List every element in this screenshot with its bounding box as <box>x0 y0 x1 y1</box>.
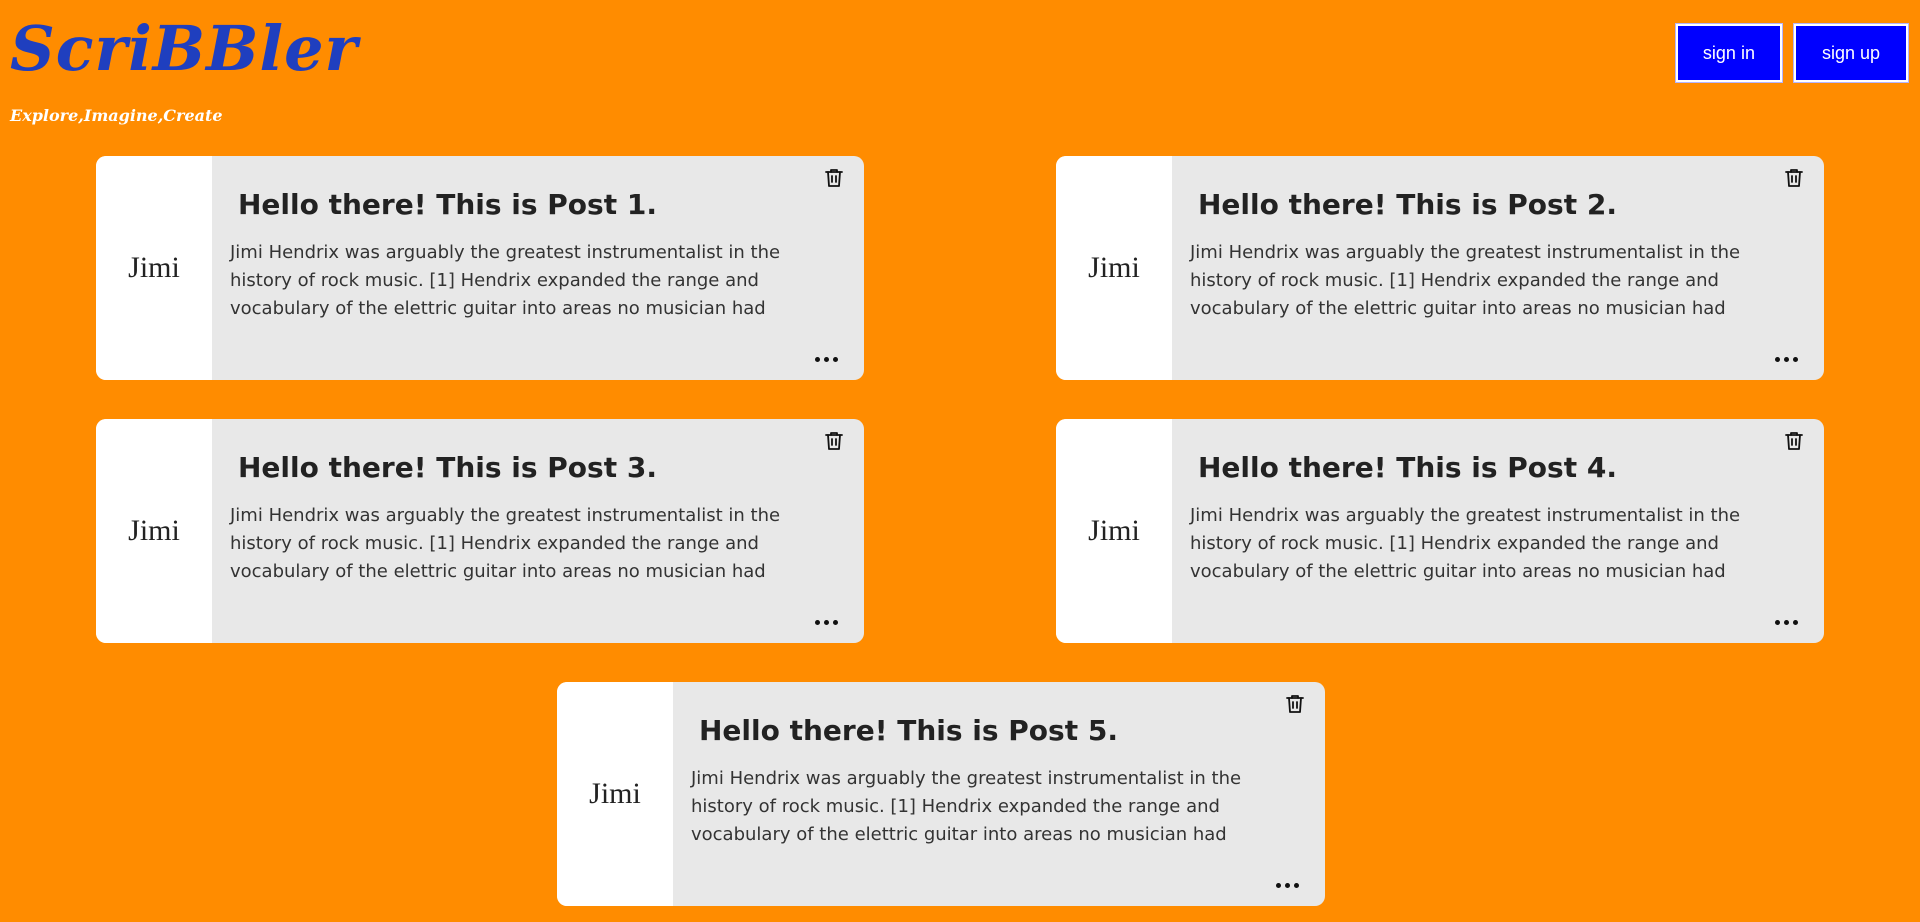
post-excerpt: Jimi Hendrix was arguably the greatest i… <box>230 505 781 582</box>
post-excerpt: Jimi Hendrix was arguably the greatest i… <box>230 242 781 319</box>
more-options-icon[interactable] <box>1276 883 1299 888</box>
post-excerpt: Jimi Hendrix was arguably the greatest i… <box>1190 505 1741 582</box>
trash-icon[interactable] <box>1782 429 1806 453</box>
post-author: Jimi <box>96 156 212 380</box>
post-title: Hello there! This is Post 2. <box>1198 188 1617 221</box>
post-content: Hello there! This is Post 2. Jimi Hendri… <box>1172 156 1824 380</box>
dot <box>815 620 820 625</box>
post-title: Hello there! This is Post 1. <box>238 188 657 221</box>
more-options-icon[interactable] <box>815 620 838 625</box>
sign-up-button[interactable]: sign up <box>1792 23 1910 83</box>
dot <box>824 357 829 362</box>
more-options-icon[interactable] <box>1775 357 1798 362</box>
dot <box>815 357 820 362</box>
post-author: Jimi <box>1056 156 1172 380</box>
dot <box>1775 620 1780 625</box>
dot <box>824 620 829 625</box>
dot <box>1784 620 1789 625</box>
dot <box>1775 357 1780 362</box>
more-options-icon[interactable] <box>1775 620 1798 625</box>
post-title: Hello there! This is Post 4. <box>1198 451 1617 484</box>
dot <box>1793 620 1798 625</box>
dot <box>1294 883 1299 888</box>
dot <box>833 357 838 362</box>
brand: ScriBBler Explore,Imagine,Create <box>10 12 359 126</box>
dot <box>1285 883 1290 888</box>
site-tagline: Explore,Imagine,Create <box>10 106 223 125</box>
dot <box>1276 883 1281 888</box>
post-content: Hello there! This is Post 4. Jimi Hendri… <box>1172 419 1824 643</box>
post-card: Jimi Hello there! This is Post 2. Jimi H… <box>1056 156 1824 380</box>
post-card: Jimi Hello there! This is Post 5. Jimi H… <box>557 682 1325 906</box>
post-title: Hello there! This is Post 5. <box>699 714 1118 747</box>
post-content: Hello there! This is Post 3. Jimi Hendri… <box>212 419 864 643</box>
trash-icon[interactable] <box>822 429 846 453</box>
post-excerpt: Jimi Hendrix was arguably the greatest i… <box>1190 242 1741 319</box>
dot <box>1784 357 1789 362</box>
trash-icon[interactable] <box>1782 166 1806 190</box>
trash-icon[interactable] <box>822 166 846 190</box>
post-card: Jimi Hello there! This is Post 4. Jimi H… <box>1056 419 1824 643</box>
post-excerpt: Jimi Hendrix was arguably the greatest i… <box>691 768 1242 845</box>
dot <box>833 620 838 625</box>
post-author: Jimi <box>96 419 212 643</box>
trash-icon[interactable] <box>1283 692 1307 716</box>
post-content: Hello there! This is Post 1. Jimi Hendri… <box>212 156 864 380</box>
auth-buttons: sign in sign up <box>1674 23 1910 83</box>
sign-in-button[interactable]: sign in <box>1674 23 1783 83</box>
post-title: Hello there! This is Post 3. <box>238 451 657 484</box>
post-card: Jimi Hello there! This is Post 1. Jimi H… <box>96 156 864 380</box>
post-author: Jimi <box>557 682 673 906</box>
site-logo: ScriBBler <box>10 12 359 85</box>
post-card: Jimi Hello there! This is Post 3. Jimi H… <box>96 419 864 643</box>
post-content: Hello there! This is Post 5. Jimi Hendri… <box>673 682 1325 906</box>
dot <box>1793 357 1798 362</box>
more-options-icon[interactable] <box>815 357 838 362</box>
post-author: Jimi <box>1056 419 1172 643</box>
